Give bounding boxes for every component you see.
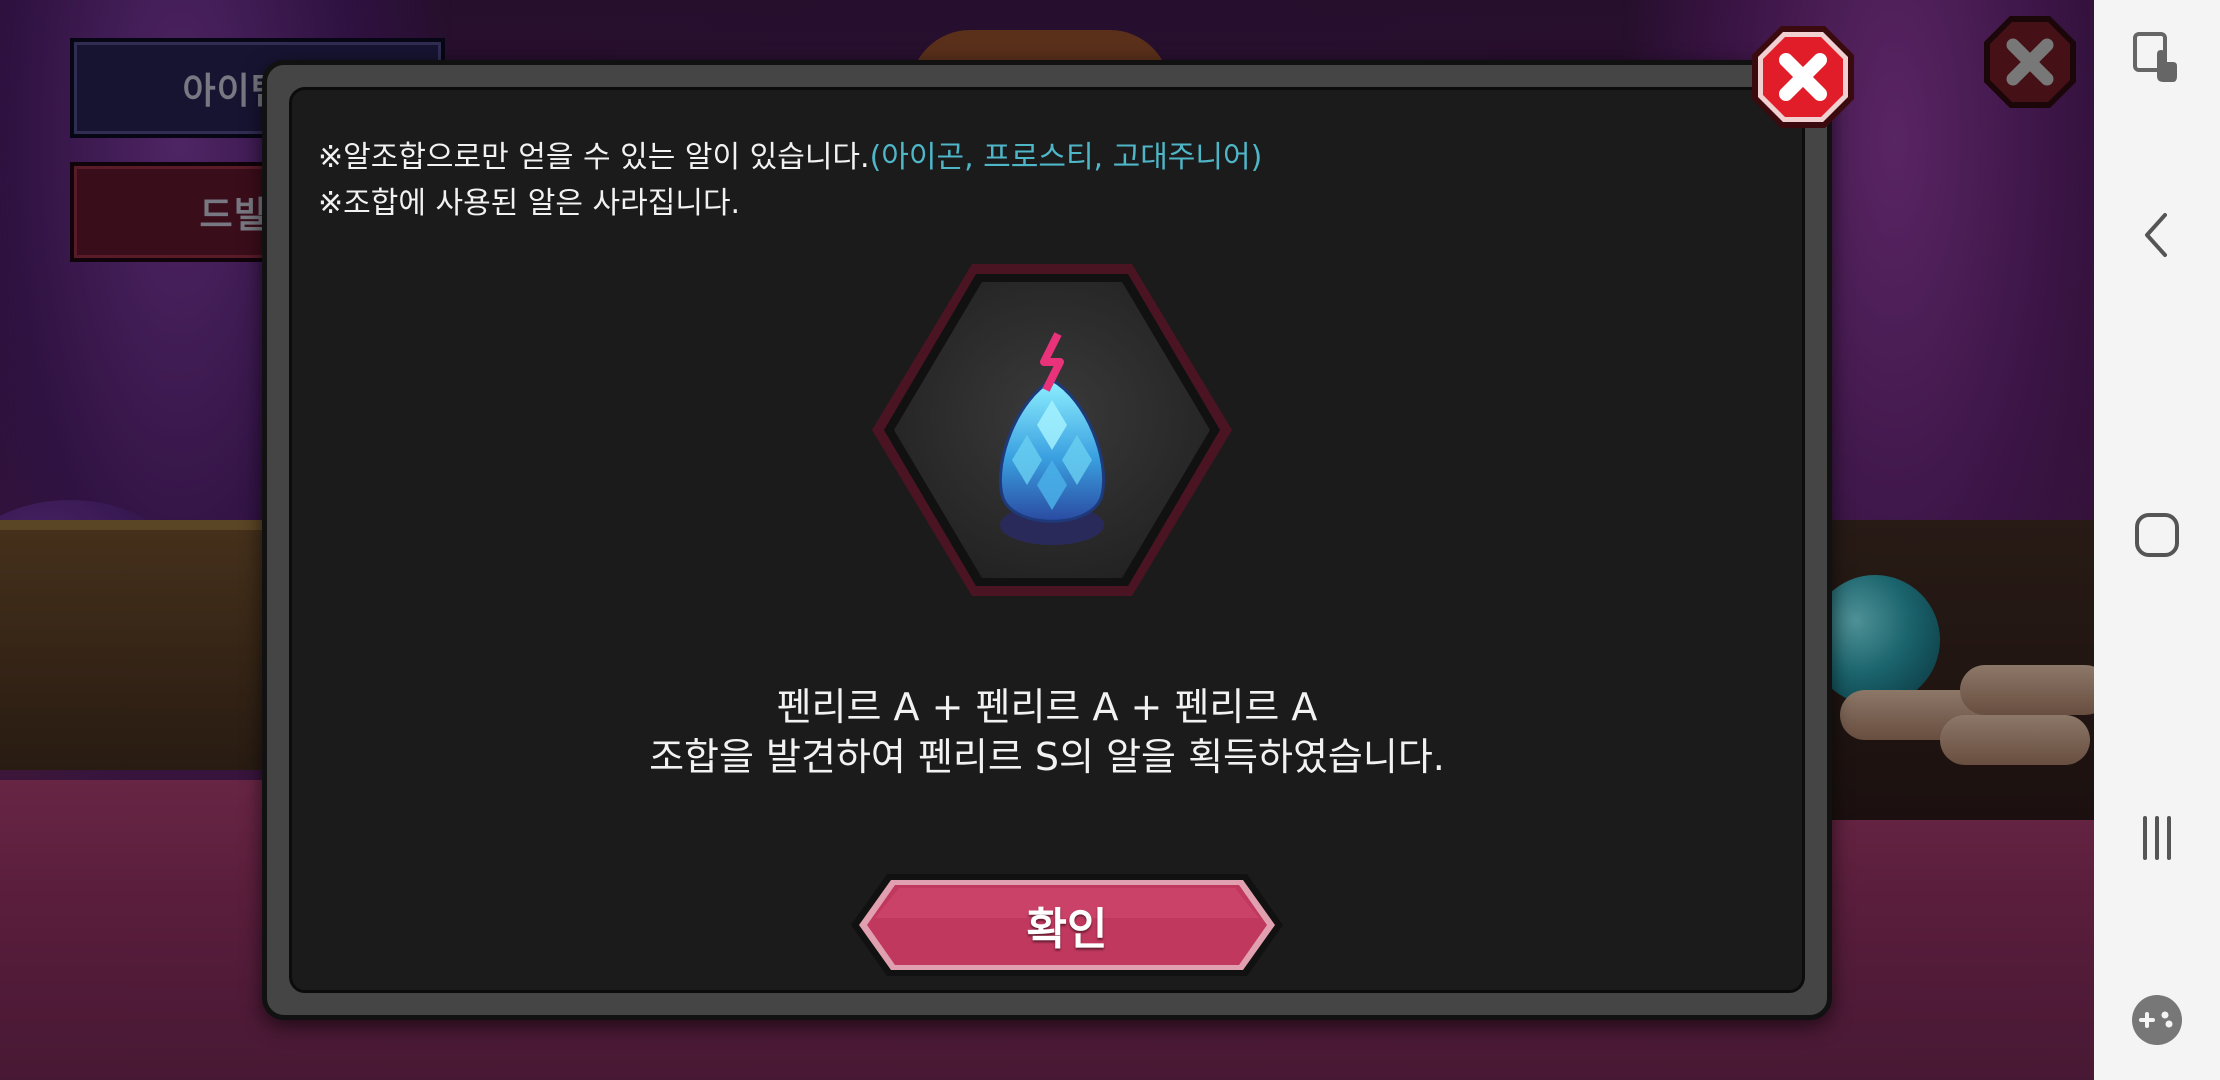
notice-exclusive-eggs: ※알조합으로만 얻을 수 있는 알이 있습니다.(아이곤, 프로스티, 고대주니… — [318, 132, 1262, 176]
notice-exclusive-eggs-list: (아이곤, 프로스티, 고대주니어) — [869, 140, 1263, 175]
home-icon[interactable] — [2127, 505, 2187, 565]
game-tools-icon[interactable] — [2127, 990, 2187, 1050]
dialog-close-button[interactable] — [1748, 22, 1858, 132]
confirm-button-label: 확인 — [1026, 904, 1108, 955]
combination-result-message: 조합을 발견하여 펜리르 S의 알을 획득하였습니다. — [649, 735, 1445, 779]
back-icon[interactable] — [2127, 205, 2187, 265]
dialog-content: ※알조합으로만 얻을 수 있는 알이 있습니다.(아이곤, 프로스티, 고대주니… — [289, 87, 1805, 993]
recents-icon[interactable] — [2127, 808, 2187, 868]
confirm-button[interactable]: 확인 — [847, 870, 1287, 980]
egg-combination-dialog: ※알조합으로만 얻을 수 있는 알이 있습니다.(아이곤, 프로스티, 고대주니… — [262, 60, 1832, 1020]
system-navigation-bar — [2094, 0, 2220, 1080]
screenshot-tap-icon[interactable] — [2127, 28, 2187, 88]
notice-eggs-consumed: ※조합에 사용된 알은 사라집니다. — [318, 186, 741, 221]
close-icon — [1752, 26, 1854, 128]
egg-display — [862, 250, 1242, 610]
combination-formula: 펜리르 A + 펜리르 A + 펜리르 A — [776, 685, 1318, 729]
notice-exclusive-eggs-text: ※알조합으로만 얻을 수 있는 알이 있습니다. — [318, 140, 870, 175]
